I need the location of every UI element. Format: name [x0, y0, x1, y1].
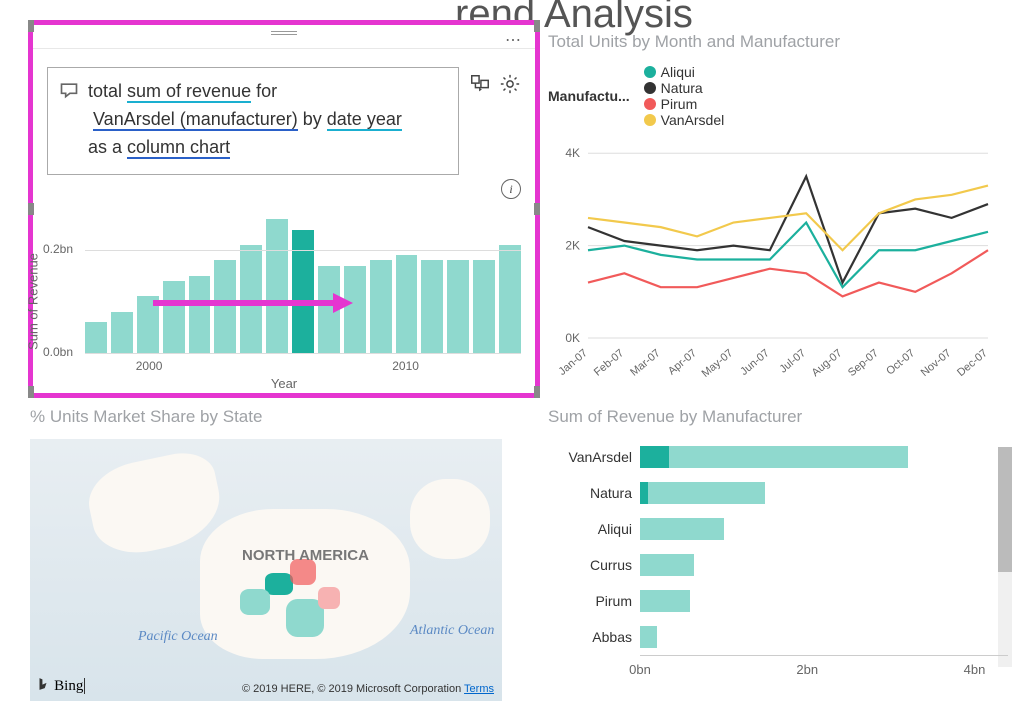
chart-bar[interactable] [370, 260, 392, 353]
line-chart-visual[interactable]: Total Units by Month and Manufacturer Ma… [548, 32, 1008, 372]
hbar-row[interactable]: Aliqui [548, 511, 1008, 547]
chart-bar[interactable] [421, 260, 443, 353]
hbar-row[interactable]: Currus [548, 547, 1008, 583]
map-visual[interactable]: % Units Market Share by State NORTH AMER… [30, 407, 502, 701]
info-icon[interactable]: i [501, 179, 521, 199]
svg-text:Apr-07: Apr-07 [666, 347, 699, 377]
chat-bubble-icon [58, 80, 80, 100]
hbar-row[interactable]: VanArsdel [548, 439, 1008, 475]
svg-text:Nov-07: Nov-07 [919, 347, 954, 379]
hbar-chart-visual[interactable]: Sum of Revenue by Manufacturer VanArsdel… [548, 407, 1008, 679]
svg-text:Jan-07: Jan-07 [556, 347, 589, 378]
map-label-continent: NORTH AMERICA [242, 547, 369, 564]
svg-text:Mar-07: Mar-07 [628, 347, 662, 379]
chart-bar[interactable] [499, 245, 521, 353]
category-label: Aliqui [548, 521, 640, 537]
category-label: VanArsdel [548, 449, 640, 465]
more-options-button[interactable]: ⋯ [505, 30, 523, 50]
category-label: Pirum [548, 593, 640, 609]
qna-visual[interactable]: ⋯ total sum of revenue for VanArsdel (ma… [28, 20, 540, 398]
legend-item[interactable]: Natura [644, 80, 725, 96]
chart-title: Total Units by Month and Manufacturer [548, 32, 1008, 52]
y-axis-label: Sum of Revenue [26, 253, 41, 350]
svg-text:2K: 2K [565, 239, 580, 253]
legend-item[interactable]: VanArsdel [644, 112, 725, 128]
map-label-pacific: Pacific Ocean [138, 629, 218, 645]
svg-text:0K: 0K [565, 331, 580, 345]
svg-text:Aug-07: Aug-07 [810, 347, 845, 379]
chart-title: % Units Market Share by State [30, 407, 502, 427]
convert-visual-icon[interactable] [469, 73, 491, 95]
svg-text:4K: 4K [565, 146, 580, 160]
map-copyright: © 2019 HERE, © 2019 Microsoft Corporatio… [242, 683, 494, 695]
legend-item[interactable]: Aliqui [644, 64, 725, 80]
chart-bar[interactable] [111, 312, 133, 353]
map-attribution: Bing [36, 676, 85, 695]
category-label: Currus [548, 557, 640, 573]
map-label-atlantic: Atlantic Ocean [410, 623, 494, 639]
x-axis-label: Year [271, 376, 297, 391]
chart-title: Sum of Revenue by Manufacturer [548, 407, 1008, 427]
line-chart-plot: 0K 2K 4K Jan-07Feb-07Mar-07Apr-07May-07Jun-… [548, 134, 998, 394]
chart-bar[interactable] [266, 219, 288, 353]
qna-question-input[interactable]: total sum of revenue for VanArsdel (manu… [47, 67, 459, 175]
drag-grip-icon[interactable] [271, 31, 297, 35]
annotation-arrow-icon [153, 293, 353, 313]
chart-bar[interactable] [85, 322, 107, 353]
category-label: Natura [548, 485, 640, 501]
hbar-row[interactable]: Abbas [548, 619, 1008, 655]
legend-item[interactable]: Pirum [644, 96, 725, 112]
svg-text:Jun-07: Jun-07 [738, 347, 771, 378]
chart-bar[interactable] [163, 281, 185, 353]
svg-text:Jul-07: Jul-07 [777, 347, 808, 375]
svg-text:Sep-07: Sep-07 [846, 347, 881, 379]
qna-query-text: total sum of revenue for VanArsdel (manu… [88, 78, 402, 162]
category-label: Abbas [548, 629, 640, 645]
gear-icon[interactable] [499, 73, 521, 95]
chart-bar[interactable] [447, 260, 469, 353]
chart-legend: Manufactu... Aliqui Natura Pirum VanArsd… [548, 64, 1008, 128]
bing-logo-icon [36, 676, 50, 692]
hbar-row[interactable]: Natura [548, 475, 1008, 511]
chart-bar[interactable] [189, 276, 211, 353]
svg-text:May-07: May-07 [700, 347, 736, 380]
chart-bar[interactable] [396, 255, 418, 353]
chart-bar[interactable] [292, 230, 314, 353]
visual-header: ⋯ [33, 25, 535, 49]
svg-text:Oct-07: Oct-07 [884, 347, 917, 377]
chart-bar[interactable] [473, 260, 495, 353]
svg-text:Feb-07: Feb-07 [592, 347, 626, 379]
svg-text:Dec-07: Dec-07 [955, 347, 990, 379]
terms-link[interactable]: Terms [464, 683, 494, 695]
hbar-row[interactable]: Pirum [548, 583, 1008, 619]
map-canvas[interactable]: NORTH AMERICA Pacific Ocean Atlantic Oce… [30, 439, 502, 701]
